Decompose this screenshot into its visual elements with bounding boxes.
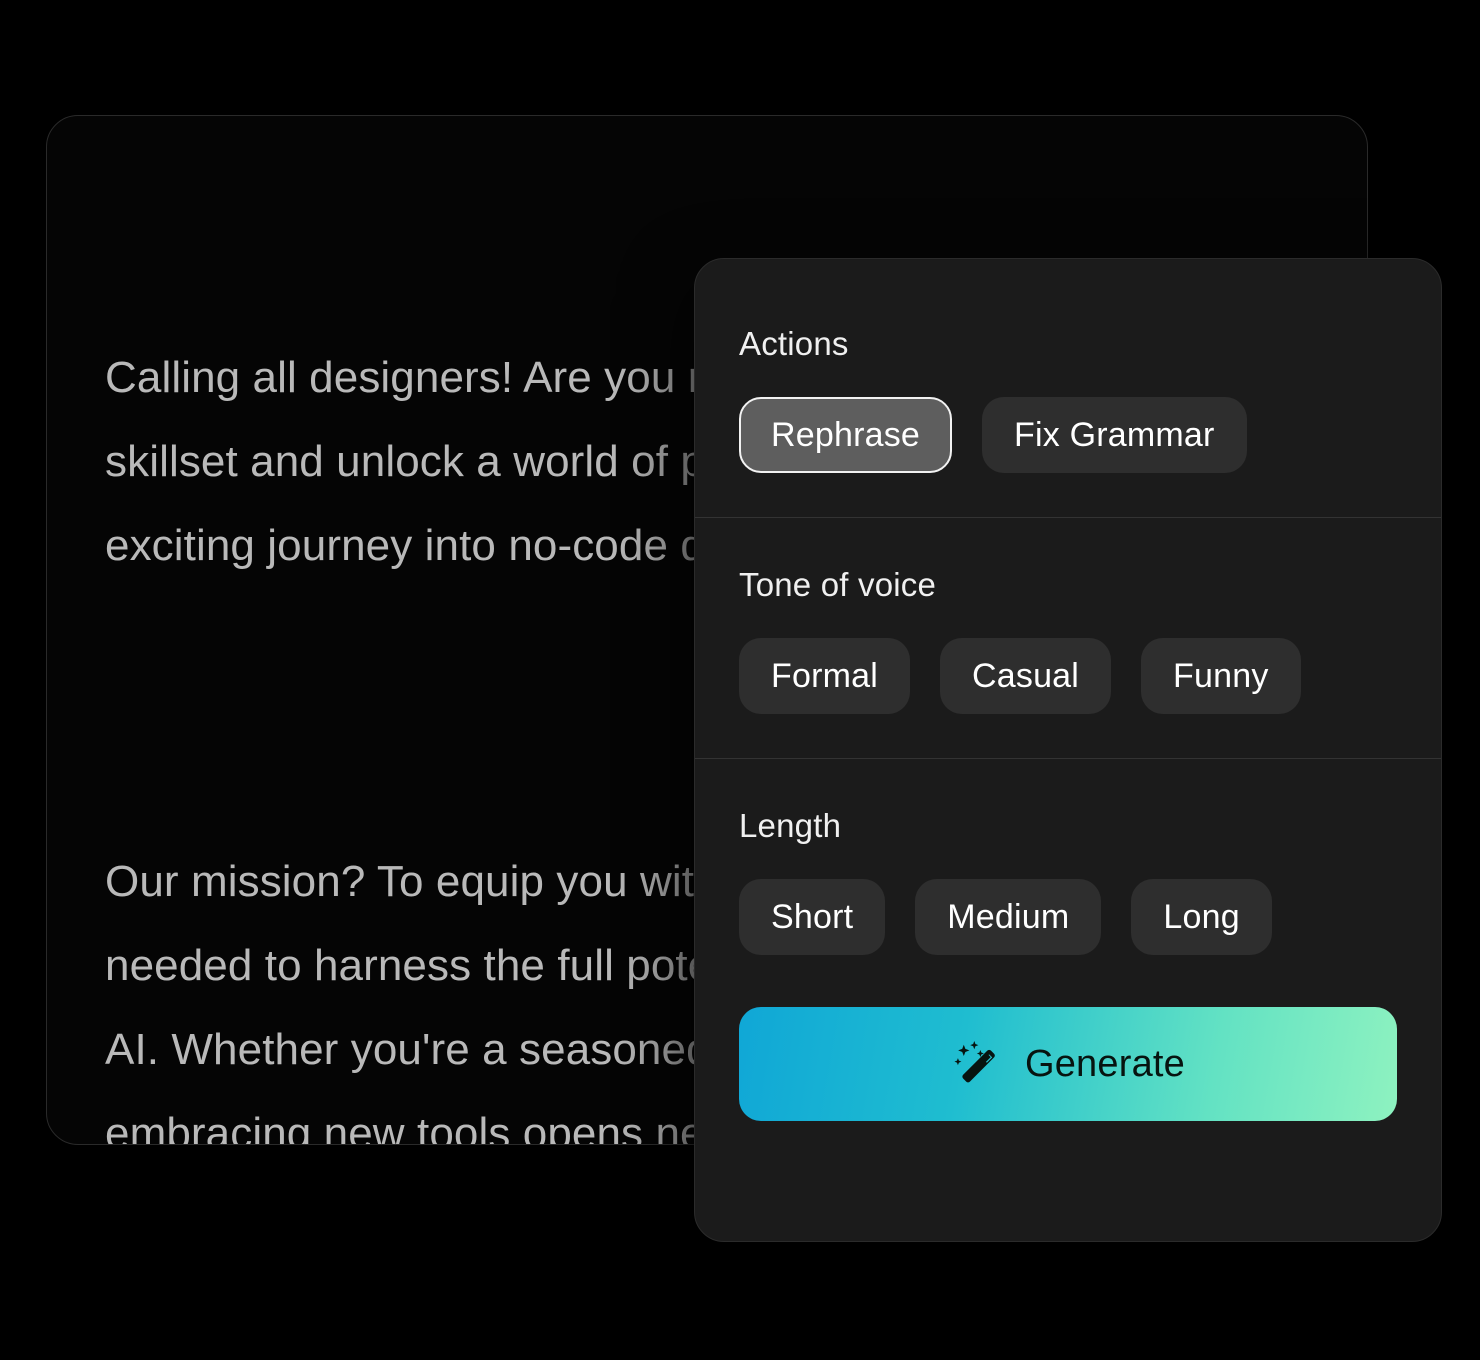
section-title-tone-of-voice: Tone of voice (739, 566, 937, 603)
length-chip-short[interactable]: Short (739, 879, 886, 955)
tone-chip-funny[interactable]: Funny (1141, 638, 1301, 714)
section-actions: Actions Rephrase Fix Grammar (695, 259, 1441, 517)
action-chip-rephrase[interactable]: Rephrase (739, 397, 953, 473)
generate-button-label: Generate (1024, 1042, 1186, 1085)
section-tone-of-voice: Tone of voice Formal Casual Funny (695, 518, 1441, 758)
length-chip-long[interactable]: Long (1131, 879, 1272, 955)
ai-assistant-popup: Actions Rephrase Fix Grammar Tone of voi… (694, 258, 1442, 1242)
section-title-length: Length (739, 807, 842, 844)
actions-chip-row: Rephrase Fix Grammar (739, 397, 1397, 473)
length-chip-medium[interactable]: Medium (915, 879, 1102, 955)
tone-chip-row: Formal Casual Funny (739, 638, 1397, 714)
length-chip-row: Short Medium Long (739, 879, 1397, 955)
generate-button[interactable]: Generate (739, 1007, 1397, 1121)
generate-button-container: Generate (695, 975, 1441, 1121)
tone-chip-casual[interactable]: Casual (940, 638, 1112, 714)
section-title-actions: Actions (739, 325, 849, 362)
tone-chip-formal[interactable]: Formal (739, 638, 910, 714)
action-chip-fix-grammar[interactable]: Fix Grammar (982, 397, 1247, 473)
section-length: Length Short Medium Long (695, 759, 1441, 975)
magic-wand-icon (951, 1038, 1003, 1090)
